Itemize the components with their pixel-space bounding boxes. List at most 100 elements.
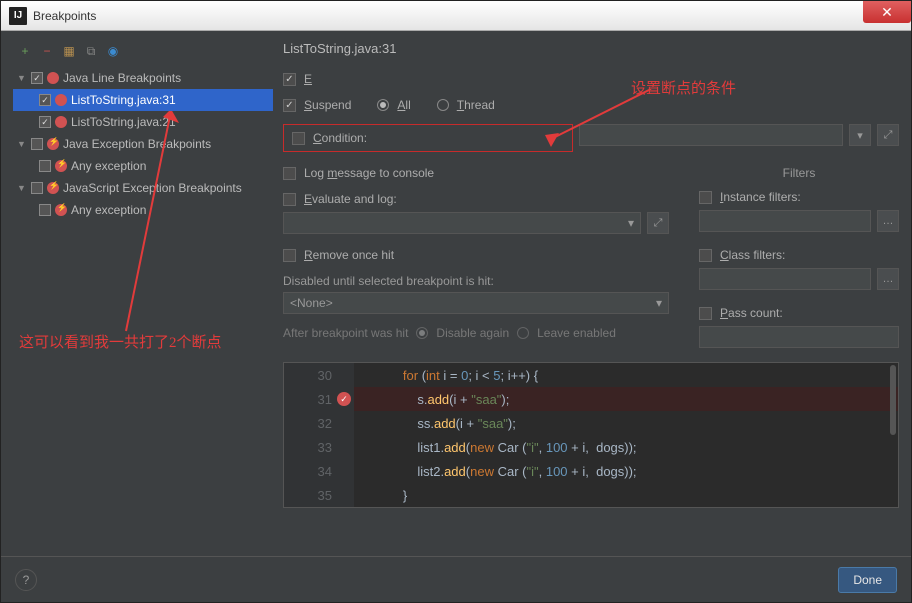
- after-disable-radio[interactable]: [416, 327, 428, 339]
- condition-checkbox[interactable]: [292, 132, 305, 145]
- item-label: Any exception: [71, 203, 146, 217]
- instance-filters-checkbox[interactable]: [699, 191, 712, 204]
- code-scrollbar[interactable]: [890, 365, 896, 435]
- tree-pane: + − ▦ ⧉ ◉ ▼Java Line Breakpoints ListToSt…: [13, 41, 273, 546]
- gutter-row[interactable]: 35: [284, 483, 354, 507]
- breakpoint-icon: [55, 116, 67, 128]
- gutter-row[interactable]: 31✓: [284, 387, 354, 411]
- item-label: Any exception: [71, 159, 146, 173]
- suspend-thread-radio[interactable]: [437, 99, 449, 111]
- disabled-until-dropdown[interactable]: <None>▾: [283, 292, 669, 314]
- group-label: Java Exception Breakpoints: [63, 137, 211, 151]
- remove-once-checkbox[interactable]: [283, 249, 296, 262]
- breakpoint-icon: [47, 72, 59, 84]
- breakpoint-icon: [55, 94, 67, 106]
- tree-item[interactable]: Any exception: [13, 155, 273, 177]
- breakpoint-marker-icon[interactable]: ✓: [337, 392, 351, 406]
- dialog-footer: ? Done: [1, 556, 911, 602]
- log-label: Log message to console: [304, 166, 434, 180]
- condition-label: Condition:: [313, 131, 367, 145]
- code-line: }: [354, 483, 898, 507]
- tree-group[interactable]: ▼JavaScript Exception Breakpoints: [13, 177, 273, 199]
- copy-icon[interactable]: ⧉: [83, 43, 99, 59]
- item-label: ListToString.java:31: [71, 93, 176, 107]
- eval-checkbox[interactable]: [283, 193, 296, 206]
- class-filters-field[interactable]: [699, 268, 871, 290]
- breakpoint-icon: [55, 204, 67, 216]
- group-label: Java Line Breakpoints: [63, 71, 181, 85]
- disabled-until-label: Disabled until selected breakpoint is hi…: [283, 274, 669, 288]
- code-preview: 3031✓32333435 for (int i = 0; i < 5; i++…: [283, 362, 899, 508]
- eval-expand-button[interactable]: ⤢: [647, 212, 669, 234]
- gutter-row[interactable]: 34: [284, 459, 354, 483]
- tree-item[interactable]: ListToString.java:31: [13, 89, 273, 111]
- remove-once-label: Remove once hit: [304, 248, 394, 262]
- code-line: s.add(i + "saa");: [354, 387, 898, 411]
- gutter-row[interactable]: 33: [284, 435, 354, 459]
- enabled-label: E: [304, 72, 312, 86]
- after-disable-label: Disable again: [436, 326, 509, 340]
- group-checkbox[interactable]: [31, 182, 43, 194]
- item-label: ListToString.java:21: [71, 115, 176, 129]
- group-checkbox[interactable]: [31, 138, 43, 150]
- done-button[interactable]: Done: [838, 567, 897, 593]
- condition-field[interactable]: [579, 124, 843, 146]
- class-filters-label: Class filters:: [720, 248, 785, 262]
- web-icon[interactable]: ◉: [105, 43, 121, 59]
- app-icon: IJ: [9, 7, 27, 25]
- window-title: Breakpoints: [33, 9, 96, 23]
- code-line: list2.add(new Car ("i", 100 + i, dogs));: [354, 459, 898, 483]
- code-line: ss.add(i + "saa");: [354, 411, 898, 435]
- item-checkbox[interactable]: [39, 94, 51, 106]
- suspend-checkbox[interactable]: [283, 99, 296, 112]
- item-checkbox[interactable]: [39, 204, 51, 216]
- gutter-row[interactable]: 30: [284, 363, 354, 387]
- add-icon[interactable]: +: [17, 43, 33, 59]
- suspend-all-label: All: [397, 98, 410, 112]
- breakpoint-icon: [55, 160, 67, 172]
- pass-count-field[interactable]: [699, 326, 899, 348]
- log-checkbox[interactable]: [283, 167, 296, 180]
- suspend-all-radio[interactable]: [377, 99, 389, 111]
- after-leave-radio[interactable]: [517, 327, 529, 339]
- pass-count-checkbox[interactable]: [699, 307, 712, 320]
- remove-icon[interactable]: −: [39, 43, 55, 59]
- tree-toolbar: + − ▦ ⧉ ◉: [13, 41, 273, 67]
- item-checkbox[interactable]: [39, 160, 51, 172]
- item-checkbox[interactable]: [39, 116, 51, 128]
- breakpoint-tree[interactable]: ▼Java Line Breakpoints ListToString.java:…: [13, 67, 273, 221]
- tree-group[interactable]: ▼Java Exception Breakpoints: [13, 133, 273, 155]
- enabled-checkbox[interactable]: [283, 73, 296, 86]
- suspend-thread-label: Thread: [457, 98, 495, 112]
- close-button[interactable]: ✕: [863, 1, 911, 23]
- group-icon[interactable]: ▦: [61, 43, 77, 59]
- after-hit-label: After breakpoint was hit: [283, 326, 408, 340]
- eval-field[interactable]: ▾: [283, 212, 641, 234]
- tree-group[interactable]: ▼Java Line Breakpoints: [13, 67, 273, 89]
- pass-count-label: Pass count:: [720, 306, 783, 320]
- condition-history-button[interactable]: ▾: [849, 124, 871, 146]
- tree-item[interactable]: Any exception: [13, 199, 273, 221]
- group-checkbox[interactable]: [31, 72, 43, 84]
- group-label: JavaScript Exception Breakpoints: [63, 181, 242, 195]
- instance-filters-field[interactable]: [699, 210, 871, 232]
- breakpoint-icon: [47, 182, 59, 194]
- suspend-label: Suspend: [304, 98, 351, 112]
- detail-pane: ListToString.java:31 E Suspend All Threa…: [283, 41, 899, 546]
- filters-header: Filters: [699, 166, 899, 180]
- code-line: list1.add(new Car ("i", 100 + i, dogs));: [354, 435, 898, 459]
- class-filters-browse[interactable]: …: [877, 268, 899, 290]
- after-leave-label: Leave enabled: [537, 326, 616, 340]
- condition-expand-button[interactable]: ⤢: [877, 124, 899, 146]
- help-button[interactable]: ?: [15, 569, 37, 591]
- tree-item[interactable]: ListToString.java:21: [13, 111, 273, 133]
- breakpoint-title: ListToString.java:31: [283, 41, 899, 56]
- gutter-row[interactable]: 32: [284, 411, 354, 435]
- class-filters-checkbox[interactable]: [699, 249, 712, 262]
- breakpoint-icon: [47, 138, 59, 150]
- instance-filters-label: Instance filters:: [720, 190, 801, 204]
- code-line: for (int i = 0; i < 5; i++) {: [354, 363, 898, 387]
- eval-label: Evaluate and log:: [304, 192, 397, 206]
- titlebar: IJ Breakpoints ✕: [1, 1, 911, 31]
- instance-filters-browse[interactable]: …: [877, 210, 899, 232]
